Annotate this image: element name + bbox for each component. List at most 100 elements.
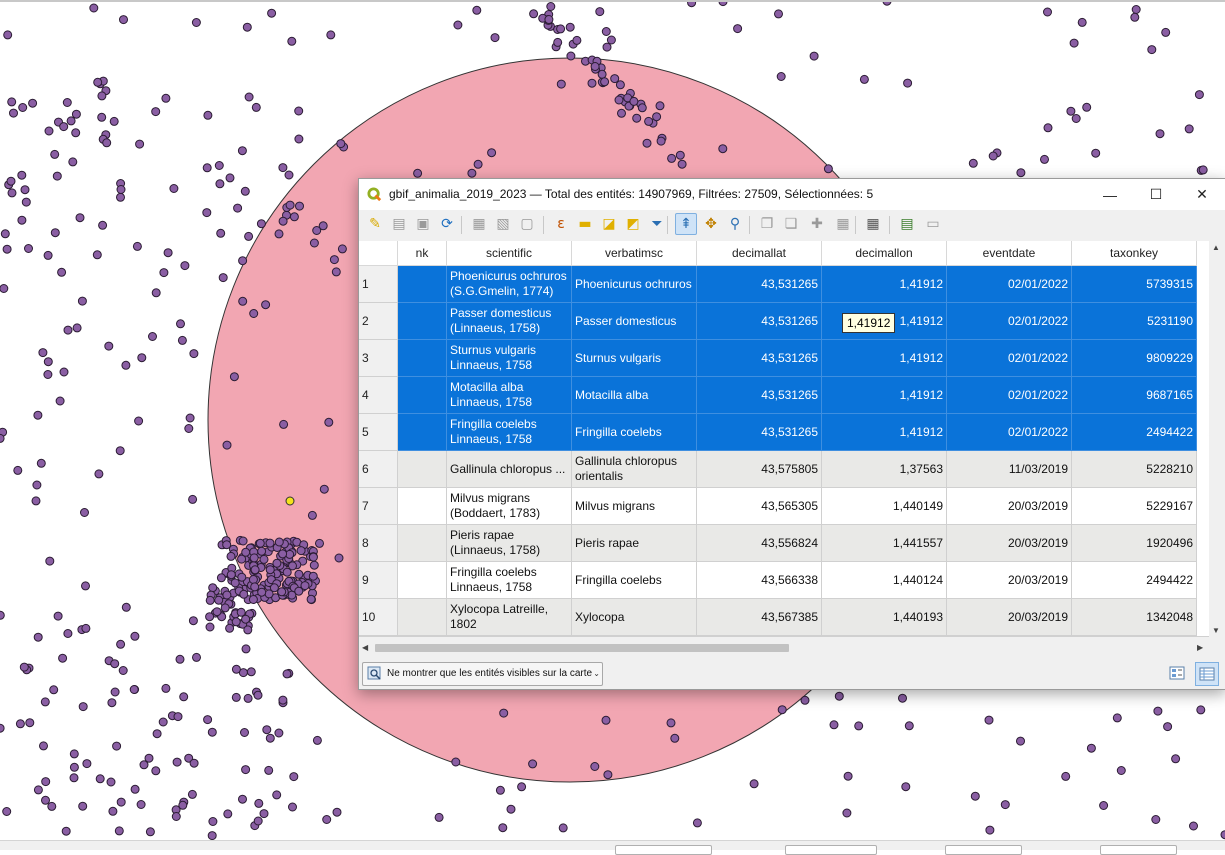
toggle-multi-edit-button[interactable]: ▤ [389, 214, 409, 234]
cell-scientific[interactable]: Sturnus vulgaris Linnaeus, 1758 [447, 340, 572, 377]
cell-taxonkey[interactable]: 2494422 [1072, 562, 1197, 599]
dock-button[interactable]: ▭ [923, 214, 943, 234]
cell-decimallat[interactable]: 43,531265 [697, 340, 822, 377]
row-header[interactable]: 4 [359, 377, 398, 414]
cell-eventdate[interactable]: 02/01/2022 [947, 340, 1072, 377]
vertical-scrollbar[interactable]: ▲ ▼ [1209, 241, 1223, 637]
row-header[interactable]: 8 [359, 525, 398, 562]
cell-nk[interactable] [398, 414, 447, 451]
cell-decimallat[interactable]: 43,575805 [697, 451, 822, 488]
cell-nk[interactable] [398, 340, 447, 377]
select-all-button[interactable]: ▬ [575, 214, 595, 234]
table-view-button[interactable] [1195, 662, 1219, 686]
cut-button[interactable]: ▢ [517, 214, 537, 234]
cell-taxonkey[interactable]: 9687165 [1072, 377, 1197, 414]
scroll-right-icon[interactable]: ▶ [1197, 643, 1203, 652]
cell-verbatimsc[interactable]: Milvus migrans [572, 488, 697, 525]
cell-verbatimsc[interactable]: Fringilla coelebs [572, 414, 697, 451]
row-header[interactable]: 2 [359, 303, 398, 340]
column-header-eventdate[interactable]: eventdate [947, 241, 1072, 266]
row-header[interactable]: 1 [359, 266, 398, 303]
cell-eventdate[interactable]: 20/03/2019 [947, 488, 1072, 525]
cell-taxonkey[interactable]: 5229167 [1072, 488, 1197, 525]
cell-eventdate[interactable]: 02/01/2022 [947, 303, 1072, 340]
add-feature-button[interactable]: ▦ [469, 214, 489, 234]
rotation-box[interactable] [1100, 845, 1177, 855]
horizontal-scrollbar[interactable]: ◀ ▶ [359, 641, 1209, 655]
cell-decimallon[interactable]: 1,41912 [822, 377, 947, 414]
coordinate-box[interactable] [615, 845, 712, 855]
row-header[interactable]: 5 [359, 414, 398, 451]
scroll-left-icon[interactable]: ◀ [362, 643, 368, 652]
minimize-button[interactable]: — [1087, 179, 1133, 210]
cell-eventdate[interactable]: 20/03/2019 [947, 525, 1072, 562]
column-header-decimallat[interactable]: decimallat [697, 241, 822, 266]
cell-scientific[interactable]: Pieris rapae (Linnaeus, 1758) [447, 525, 572, 562]
cell-verbatimsc[interactable]: Pieris rapae [572, 525, 697, 562]
cell-nk[interactable] [398, 488, 447, 525]
scale-box[interactable] [785, 845, 877, 855]
cell-nk[interactable] [398, 303, 447, 340]
cell-taxonkey[interactable]: 2494422 [1072, 414, 1197, 451]
reload-button[interactable]: ⟳ [437, 214, 457, 234]
copy-button[interactable]: ❐ [757, 214, 777, 234]
cell-scientific[interactable]: Xylocopa Latreille, 1802 [447, 599, 572, 636]
pan-to-selection-button[interactable]: ✥ [701, 214, 721, 234]
cell-scientific[interactable]: Phoenicurus ochruros (S.G.Gmelin, 1774) [447, 266, 572, 303]
horizontal-scroll-thumb[interactable] [375, 644, 789, 652]
row-header[interactable]: 6 [359, 451, 398, 488]
pencil-button[interactable]: ✎ [365, 214, 385, 234]
cell-eventdate[interactable]: 20/03/2019 [947, 562, 1072, 599]
cell-taxonkey[interactable]: 5231190 [1072, 303, 1197, 340]
cell-decimallon[interactable]: 1,440124 [822, 562, 947, 599]
cell-nk[interactable] [398, 451, 447, 488]
cell-verbatimsc[interactable]: Passer domesticus [572, 303, 697, 340]
cell-scientific[interactable]: Milvus migrans (Boddaert, 1783) [447, 488, 572, 525]
cell-decimallon[interactable]: 1,37563 [822, 451, 947, 488]
row-header[interactable]: 3 [359, 340, 398, 377]
cell-decimallon[interactable]: 1,440193 [822, 599, 947, 636]
header-corner[interactable] [359, 241, 398, 266]
cell-nk[interactable] [398, 599, 447, 636]
column-header-nk[interactable]: nk [398, 241, 447, 266]
cell-eventdate[interactable]: 20/03/2019 [947, 599, 1072, 636]
cell-decimallon[interactable]: 1,41912 [822, 414, 947, 451]
cell-verbatimsc[interactable]: Fringilla coelebs [572, 562, 697, 599]
column-header-taxonkey[interactable]: taxonkey [1072, 241, 1197, 266]
cell-decimallat[interactable]: 43,565305 [697, 488, 822, 525]
close-button[interactable]: ✕ [1179, 179, 1225, 210]
move-selection-top-button[interactable]: ⇞ [675, 213, 697, 235]
row-header[interactable]: 7 [359, 488, 398, 525]
cell-decimallon[interactable]: 1,440149 [822, 488, 947, 525]
maximize-button[interactable]: ☐ [1133, 179, 1179, 210]
cell-nk[interactable] [398, 525, 447, 562]
column-header-verbatimsc[interactable]: verbatimsc [572, 241, 697, 266]
field-calculator-button[interactable]: ▦ [863, 214, 883, 234]
cell-decimallat[interactable]: 43,531265 [697, 266, 822, 303]
cell-decimallon[interactable]: 1,441557 [822, 525, 947, 562]
conditional-format-button[interactable]: ▤ [897, 214, 917, 234]
cell-decimallat[interactable]: 43,531265 [697, 303, 822, 340]
row-header[interactable]: 10 [359, 599, 398, 636]
paste-button[interactable]: ❏ [781, 214, 801, 234]
delete-field-button[interactable]: ▦ [833, 214, 853, 234]
cell-verbatimsc[interactable]: Motacilla alba [572, 377, 697, 414]
cell-nk[interactable] [398, 377, 447, 414]
cell-eventdate[interactable]: 02/01/2022 [947, 414, 1072, 451]
feature-filter-button[interactable]: Ne montrer que les entités visibles sur … [362, 662, 603, 686]
cell-taxonkey[interactable]: 5739315 [1072, 266, 1197, 303]
cell-taxonkey[interactable]: 1342048 [1072, 599, 1197, 636]
new-field-button[interactable]: ✚ [807, 214, 827, 234]
cell-decimallon[interactable]: 1,41912 [822, 266, 947, 303]
cell-scientific[interactable]: Fringilla coelebs Linnaeus, 1758 [447, 562, 572, 599]
magnifier-box[interactable] [945, 845, 1022, 855]
cell-decimallat[interactable]: 43,567385 [697, 599, 822, 636]
cell-decimallat[interactable]: 43,556824 [697, 525, 822, 562]
cell-scientific[interactable]: Gallinula chloropus ... [447, 451, 572, 488]
row-header[interactable]: 9 [359, 562, 398, 599]
cell-verbatimsc[interactable]: Gallinula chloropus orientalis [572, 451, 697, 488]
cell-taxonkey[interactable]: 5228210 [1072, 451, 1197, 488]
cell-eventdate[interactable]: 11/03/2019 [947, 451, 1072, 488]
cell-taxonkey[interactable]: 9809229 [1072, 340, 1197, 377]
cell-taxonkey[interactable]: 1920496 [1072, 525, 1197, 562]
